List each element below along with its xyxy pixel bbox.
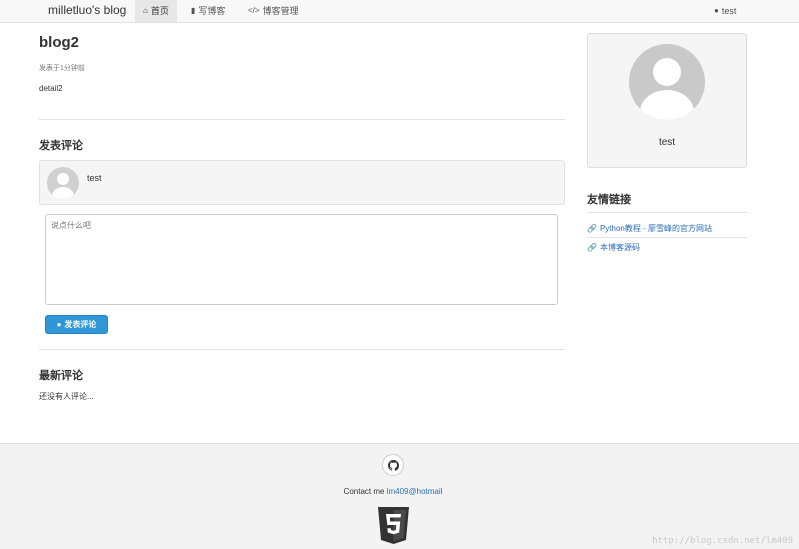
footer: Contact me lm409@hotmail http://blog.csd… <box>0 443 799 549</box>
avatar <box>47 167 79 199</box>
comment-icon: ● <box>56 320 62 329</box>
nav-write-blog[interactable]: ▮ 写博客 <box>183 0 233 22</box>
home-icon: ⌂ <box>143 6 148 15</box>
brand-link[interactable]: milletluo's blog <box>48 3 126 17</box>
friend-link-python-tutorial[interactable]: 🔗 Python教程 - 廖雪峰的官方网站 <box>587 223 712 234</box>
divider <box>587 237 747 238</box>
nav-user[interactable]: ● test <box>706 0 744 22</box>
nav-manage-label: 博客管理 <box>262 6 299 16</box>
post-meta: 发表于1分钟前 <box>39 65 85 72</box>
github-icon <box>387 459 399 471</box>
comment-username: test <box>87 173 102 183</box>
comment-user-box: test <box>39 160 565 205</box>
contact-email-link[interactable]: lm409@hotmail <box>387 487 443 496</box>
post-body: detail2 <box>39 84 63 93</box>
no-comments-text: 还没有人评论... <box>39 392 94 401</box>
profile-name: test <box>658 137 676 148</box>
comment-input[interactable] <box>45 214 558 305</box>
link-icon: 🔗 <box>587 243 597 252</box>
nav-home-label: 首页 <box>150 6 169 16</box>
user-icon: ● <box>714 6 719 15</box>
contact-line: Contact me lm409@hotmail <box>0 487 786 496</box>
contact-prefix: Contact me <box>343 487 387 496</box>
nav-blog-manage[interactable]: </> 博客管理 <box>240 0 307 22</box>
latest-comments-heading: 最新评论 <box>39 370 83 382</box>
code-icon: </> <box>248 6 260 15</box>
watermark: http://blog.csdn.net/lm409 <box>652 536 793 546</box>
nav-user-label: test <box>721 6 737 16</box>
divider <box>39 119 565 120</box>
submit-comment-button[interactable]: ● 发表评论 <box>45 315 108 334</box>
friend-link-label: Python教程 - 廖雪峰的官方网站 <box>599 224 712 233</box>
friend-links-heading: 友情链接 <box>587 194 631 206</box>
divider <box>39 349 565 350</box>
divider <box>587 212 747 213</box>
friend-link-label: 本博客源码 <box>599 243 640 252</box>
comment-heading: 发表评论 <box>39 140 83 152</box>
nav-write-label: 写博客 <box>198 6 226 16</box>
book-icon: ▮ <box>191 6 196 15</box>
github-link[interactable] <box>382 454 404 476</box>
post-title: blog2 <box>39 34 79 51</box>
html5-logo-icon <box>378 507 409 544</box>
friend-link-source-code[interactable]: 🔗 本博客源码 <box>587 242 640 253</box>
avatar <box>629 44 705 120</box>
nav-home[interactable]: ⌂ 首页 <box>135 0 177 22</box>
link-icon: 🔗 <box>587 224 597 233</box>
profile-panel: test <box>587 33 747 168</box>
navbar: milletluo's blog ⌂ 首页 ▮ 写博客 </> 博客管理 ● t… <box>0 0 799 23</box>
submit-comment-label: 发表评论 <box>64 320 97 329</box>
